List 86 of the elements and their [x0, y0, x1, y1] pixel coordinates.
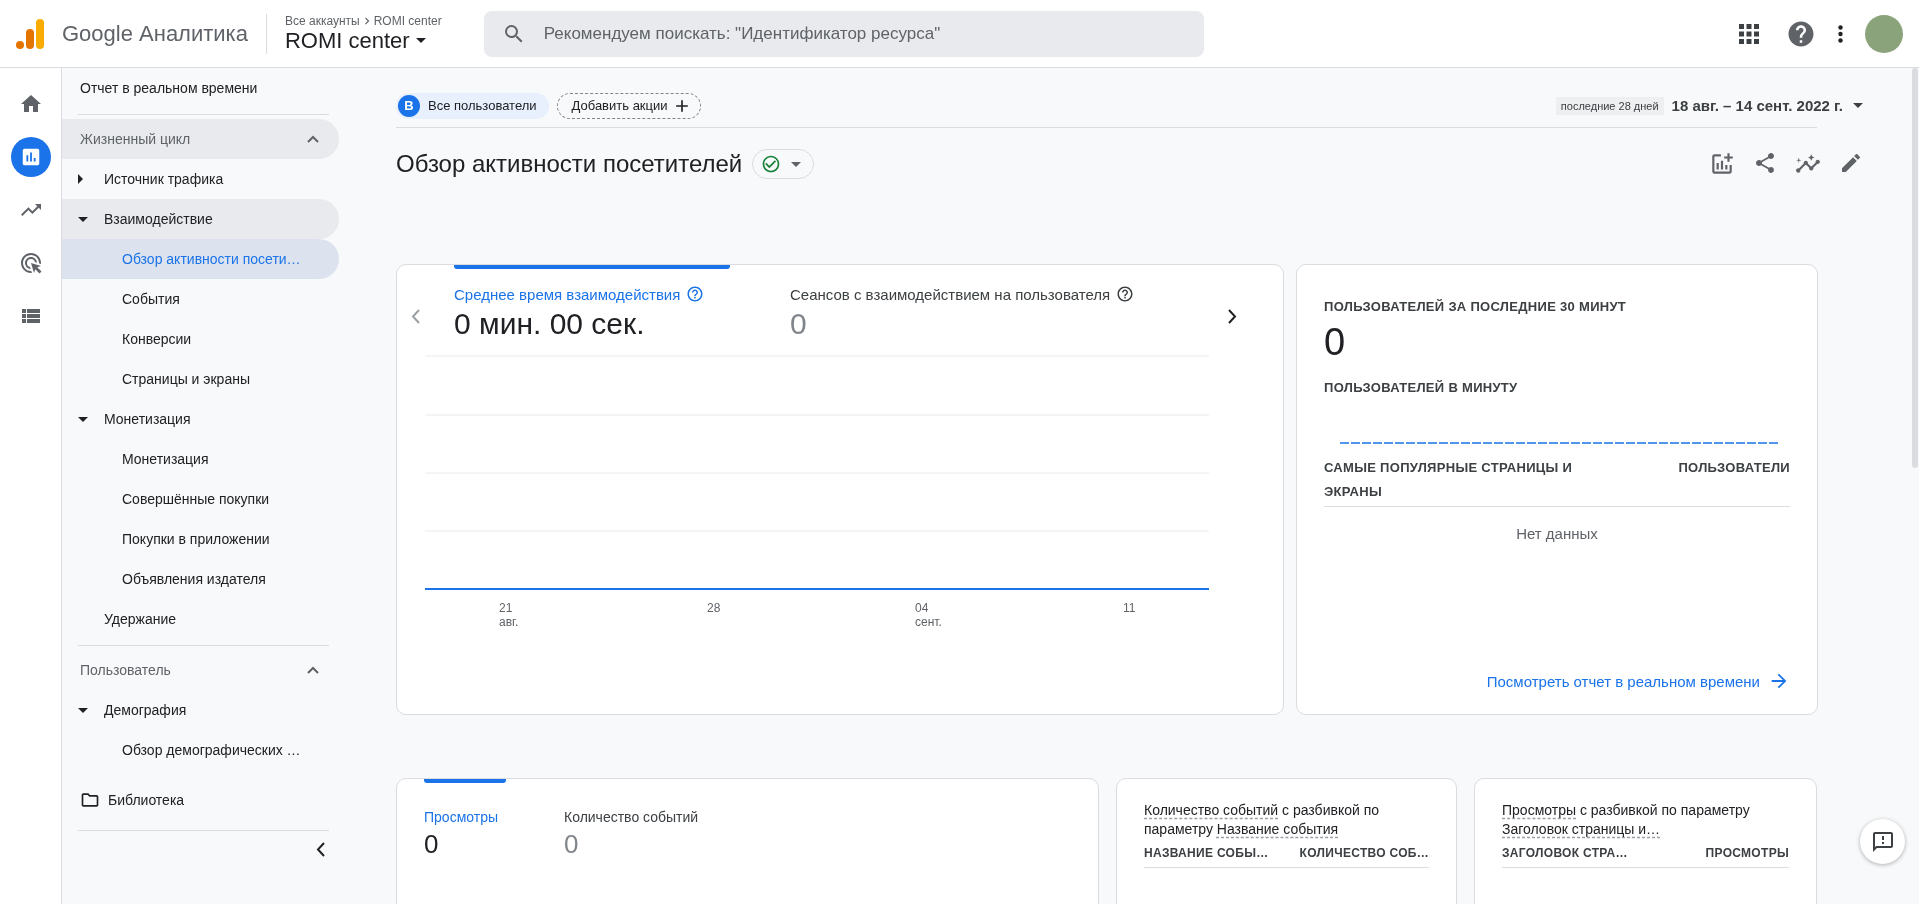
metric-value: 0: [790, 307, 808, 341]
pencil-icon: [1839, 151, 1863, 175]
share-icon: [1753, 151, 1777, 175]
axis-label: 11: [1123, 601, 1136, 615]
more-button[interactable]: [1838, 24, 1843, 43]
column-header: ПРОСМОТРЫ: [1705, 845, 1789, 862]
user-count: 0: [1324, 321, 1347, 364]
chevron-icon: [307, 135, 319, 143]
nav-item[interactable]: Обзор активности посети…: [62, 239, 339, 279]
empty-message: Нет данных: [1515, 525, 1599, 542]
axis-label: авг.: [499, 615, 519, 629]
nav-item[interactable]: Монетизация: [62, 439, 339, 479]
section-header[interactable]: Жизненный цикл: [62, 119, 339, 159]
nav-item[interactable]: Покупки в приложении: [62, 519, 339, 559]
column-header: НАЗВАНИЕ СОБЫ…: [1144, 845, 1269, 862]
nav-item[interactable]: Библиотека: [62, 780, 339, 820]
more-icon: [1838, 24, 1843, 43]
caret-icon: [415, 38, 426, 43]
nav-item[interactable]: Монетизация: [62, 399, 339, 439]
segment-chip[interactable]: В Все пользователи: [396, 92, 549, 119]
caret-icon: [78, 707, 88, 713]
search-input[interactable]: Рекомендуем поискать: "Идентификатор ресурса": [541, 22, 1186, 45]
product-name: Google Аналитика: [62, 20, 248, 47]
nav-item[interactable]: События: [62, 279, 339, 319]
caret-icon: [791, 161, 802, 167]
next-button[interactable]: [1228, 309, 1237, 324]
property-selector[interactable]: ROMI center: [284, 27, 442, 54]
report-title: Обзор активности посетителей: [396, 150, 743, 178]
metric-tab[interactable]: Среднее время взаимодействия: [454, 285, 790, 303]
breadcrumb[interactable]: Все аккаунты: [284, 13, 360, 28]
scrollbar-thumb[interactable]: [1912, 68, 1918, 468]
metric-value: 0: [424, 829, 440, 860]
chevron-icon: [1228, 309, 1237, 324]
card-title: Просмотры с разбивкой по параметру Заголовок страницы и…: [1502, 801, 1751, 839]
caret-icon: [78, 416, 88, 422]
nav-item[interactable]: Удержание: [62, 599, 339, 639]
card-caption: ПОЛЬЗОВАТЕЛЕЙ ЗА ПОСЛЕДНИЕ 30 МИНУТ: [1324, 298, 1628, 316]
nav-item[interactable]: Источник трафика: [62, 159, 339, 199]
avatar[interactable]: [1865, 14, 1903, 53]
caret-icon: [78, 174, 83, 184]
click-icon: [18, 251, 43, 275]
breadcrumb[interactable]: ROMI center: [373, 13, 442, 28]
nav-item[interactable]: Отчет в реальном времени: [62, 68, 339, 108]
previous-button[interactable]: [411, 309, 420, 324]
chevron-icon: [307, 666, 319, 674]
search-field[interactable]: Рекомендуем поискать: "Идентификатор ресурса": [483, 10, 1204, 57]
help-icon: [686, 285, 705, 303]
metric-tab[interactable]: Просмотры: [424, 809, 564, 825]
column-header: КОЛИЧЕСТВО СОБ…: [1299, 845, 1429, 862]
nav-item[interactable]: Демография: [62, 690, 339, 730]
nav-item[interactable]: Совершённые покупки: [62, 479, 339, 519]
axis-label: 04: [915, 601, 929, 615]
metric-tab[interactable]: Количество событий: [564, 809, 764, 825]
segment-letter: В: [398, 94, 420, 117]
logo-icon: [16, 18, 44, 49]
metric-tab[interactable]: Сеансов с взаимодействием на пользователя: [790, 285, 1200, 303]
column-header: САМЫЕ ПОПУЛЯРНЫЕ СТРАНИЦЫ И ЭКРАНЫ: [1324, 459, 1574, 501]
feedback-icon: [1870, 829, 1895, 854]
rail-button[interactable]: [10, 137, 51, 177]
nav-item[interactable]: Конверсии: [62, 319, 339, 359]
card-title: Количество событий с разбивкой по параметру Название события: [1144, 801, 1381, 839]
nav-item[interactable]: Взаимодействие: [62, 199, 339, 239]
axis-label: 21: [499, 601, 513, 615]
nav-item[interactable]: Страницы и экраны: [62, 359, 339, 399]
card-caption: ПОЛЬЗОВАТЕЛЕЙ В МИНУТУ: [1324, 379, 1519, 397]
axis-label: 28: [707, 601, 721, 615]
caret-icon: [1853, 103, 1863, 108]
folder-icon: [80, 790, 100, 810]
nav-item[interactable]: Объявления издателя: [62, 559, 339, 599]
customize-report-button[interactable]: [1709, 151, 1735, 177]
chart-edit-icon: [1709, 151, 1735, 177]
metric-value: 0: [564, 829, 580, 860]
section-header[interactable]: Пользователь: [62, 650, 339, 690]
realtime-link[interactable]: Посмотреть отчет в реальном времени: [1486, 670, 1790, 692]
nav-item[interactable]: Обзор демографических …: [62, 730, 339, 770]
help-icon: [1116, 285, 1135, 303]
chevron-icon: [411, 309, 420, 324]
axis-label: сент.: [915, 615, 942, 629]
check-icon: [761, 154, 782, 174]
column-header: ПОЛЬЗОВАТЕЛИ: [1678, 459, 1790, 477]
chevron-icon: [316, 842, 325, 857]
date-badge: последние 28 дней: [1555, 96, 1664, 115]
column-header: ЗАГОЛОВОК СТРА…: [1502, 845, 1628, 862]
caret-icon: [78, 216, 88, 222]
metric-value: 0 мин. 00 сек.: [454, 307, 646, 341]
date-range-button[interactable]: 18 авг. – 14 сент. 2022 г.: [1671, 97, 1863, 114]
